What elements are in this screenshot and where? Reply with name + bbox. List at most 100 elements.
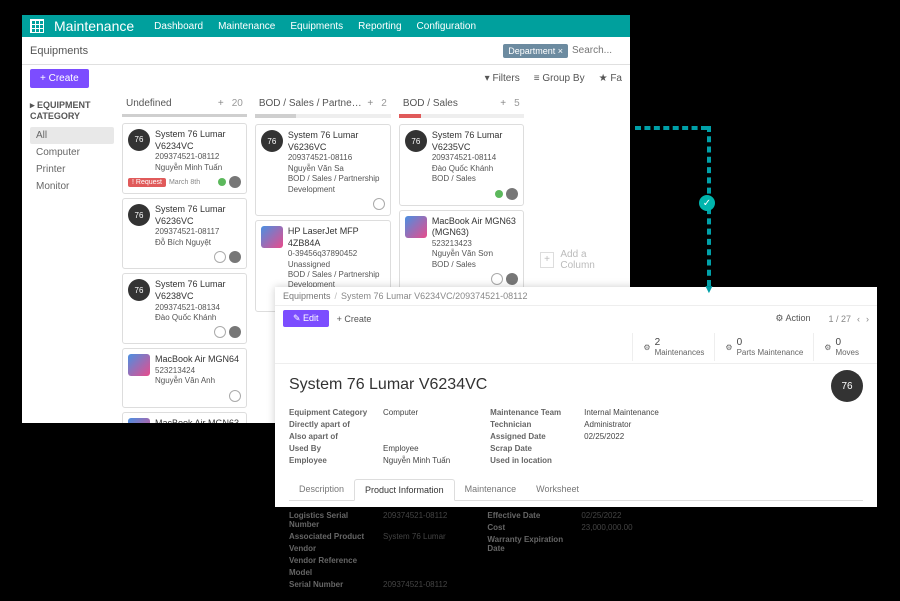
- field-label: Vendor Reference: [289, 556, 369, 565]
- create-button[interactable]: + Create: [30, 69, 89, 88]
- sidebar-item-monitor[interactable]: Monitor: [30, 178, 114, 195]
- field-label: Associated Product: [289, 532, 369, 541]
- add-card-icon[interactable]: +: [214, 98, 228, 109]
- tab-maintenance[interactable]: Maintenance: [455, 479, 527, 500]
- column-title: Undefined: [126, 98, 214, 109]
- kanban-card[interactable]: 76System 76 Lumar V6234VC209374521-08112…: [122, 123, 247, 194]
- nav-maintenance[interactable]: Maintenance: [218, 21, 275, 32]
- field-label: Also apart of: [289, 432, 369, 441]
- field-value: 02/25/2022: [584, 432, 624, 441]
- breadcrumb-leaf: System 76 Lumar V6234VC/209374521-08112: [341, 291, 527, 301]
- field-label: Used By: [289, 444, 369, 453]
- arrow-down-icon: ▼: [703, 282, 715, 296]
- tab-product-information[interactable]: Product Information: [354, 479, 455, 501]
- avatar: [506, 188, 518, 200]
- priority-icon[interactable]: [214, 326, 226, 338]
- field-value: Computer: [383, 408, 418, 417]
- avatar: [229, 176, 241, 188]
- kanban-card[interactable]: 76System 76 Lumar V6238VC209374521-08134…: [122, 273, 247, 344]
- priority-icon[interactable]: [373, 198, 385, 210]
- status-dot: [495, 190, 503, 198]
- field-value: 209374521-08112: [383, 511, 447, 529]
- field-label: Logistics Serial Number: [289, 511, 369, 529]
- column-title: BOD / Sales / Partnership Develop...: [259, 98, 364, 109]
- check-icon: ✓: [699, 195, 715, 211]
- nav-dashboard[interactable]: Dashboard: [154, 21, 203, 32]
- edit-button[interactable]: ✎ Edit: [283, 310, 329, 327]
- nav-menu: Dashboard Maintenance Equipments Reporting C…: [154, 21, 491, 32]
- tab-worksheet[interactable]: Worksheet: [526, 479, 589, 500]
- kanban-card[interactable]: MacBook Air MGN63 (MGN63)523213423Nguyễn…: [399, 210, 524, 292]
- avatar: [506, 273, 518, 285]
- column-count: 5: [514, 98, 520, 109]
- stat-button[interactable]: ⚙0Parts Maintenance: [714, 333, 813, 361]
- create-button-detail[interactable]: + Create: [337, 314, 372, 324]
- action-button[interactable]: ⚙ Action: [775, 313, 810, 324]
- stat-button[interactable]: ⚙2Maintenances: [632, 333, 714, 361]
- breadcrumb-root[interactable]: Equipments: [283, 291, 331, 301]
- avatar: [229, 251, 241, 263]
- sidebar-item-computer[interactable]: Computer: [30, 144, 114, 161]
- column-progress: [399, 114, 524, 118]
- kanban-card[interactable]: 76System 76 Lumar V6236VC209374521-08117…: [122, 198, 247, 269]
- column-progress: [122, 114, 247, 117]
- field-value: Employee: [383, 444, 419, 453]
- field-label: Serial Number: [289, 580, 369, 589]
- field-label: Cost: [487, 523, 567, 532]
- field-label: Scrap Date: [490, 444, 570, 453]
- kanban-card[interactable]: 76System 76 Lumar V6235VC209374521-08114…: [399, 124, 524, 206]
- stat-button[interactable]: ⚙0Moves: [813, 333, 869, 361]
- groupby-button[interactable]: ≡ Group By: [534, 73, 585, 84]
- favorites-button[interactable]: ★ Fa: [599, 73, 622, 84]
- field-label: Model: [289, 568, 369, 577]
- apps-icon[interactable]: [30, 19, 44, 33]
- field-label: Warranty Expiration Date: [487, 535, 567, 553]
- status-dot: [218, 178, 226, 186]
- sidebar-header: ▸ EQUIPMENT CATEGORY: [30, 100, 114, 121]
- field-label: Used in location: [490, 456, 570, 465]
- column-title: BOD / Sales: [403, 98, 496, 109]
- nav-equipments[interactable]: Equipments: [290, 21, 343, 32]
- field-label: Employee: [289, 456, 369, 465]
- field-label: Vendor: [289, 544, 369, 553]
- field-label: Technician: [490, 420, 570, 429]
- field-label: Directly apart of: [289, 420, 369, 429]
- kanban-card[interactable]: 76System 76 Lumar V6236VC209374521-08116…: [255, 124, 391, 216]
- field-value: Administrator: [584, 420, 631, 429]
- filters-button[interactable]: ▾ Filters: [485, 73, 520, 84]
- app-name: Maintenance: [54, 18, 134, 34]
- priority-icon[interactable]: [214, 251, 226, 263]
- field-label: Assigned Date: [490, 432, 570, 441]
- avatar: [229, 326, 241, 338]
- pager-text: 1 / 27: [828, 314, 851, 324]
- field-value: 02/25/2022: [581, 511, 621, 520]
- column-count: 20: [232, 98, 243, 109]
- priority-icon[interactable]: [229, 390, 241, 402]
- add-card-icon[interactable]: +: [363, 98, 377, 109]
- record-title: System 76 Lumar V6234VC: [289, 376, 863, 394]
- field-value: Internal Maintenance: [584, 408, 659, 417]
- page-title: Equipments: [30, 45, 88, 57]
- kanban-card[interactable]: MacBook Air MGN64523213424Nguyễn Vân Anh: [122, 348, 247, 407]
- field-value: Nguyễn Minh Tuấn: [383, 456, 450, 465]
- field-value: System 76 Lumar: [383, 532, 446, 541]
- sidebar-item-printer[interactable]: Printer: [30, 161, 114, 178]
- field-value: 23,000,000.00: [581, 523, 632, 532]
- nav-reporting[interactable]: Reporting: [358, 21, 401, 32]
- priority-icon[interactable]: [491, 273, 503, 285]
- pager-next[interactable]: ›: [866, 314, 869, 324]
- field-label: Maintenance Team: [490, 408, 570, 417]
- equipment-image: 76: [831, 370, 863, 402]
- add-card-icon[interactable]: +: [496, 98, 510, 109]
- field-label: Effective Date: [487, 511, 567, 520]
- kanban-card[interactable]: MacBook Air MGN63523213426Lê Văn Tâm: [122, 412, 247, 423]
- field-label: Equipment Category: [289, 408, 369, 417]
- pager-prev[interactable]: ‹: [857, 314, 860, 324]
- search-input[interactable]: [572, 45, 622, 56]
- nav-configuration[interactable]: Configuration: [417, 21, 476, 32]
- field-value: 209374521-08112: [383, 580, 447, 589]
- search-facet[interactable]: Department ×: [503, 44, 568, 58]
- column-count: 2: [381, 98, 387, 109]
- tab-description[interactable]: Description: [289, 479, 354, 500]
- sidebar-item-all[interactable]: All: [30, 127, 114, 144]
